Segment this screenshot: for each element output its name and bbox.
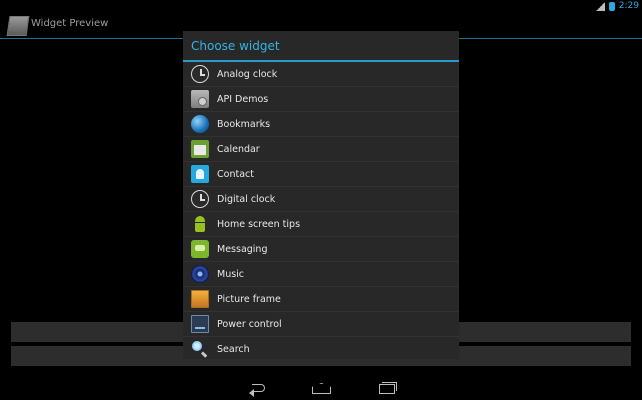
widget-item-home-screen-tips[interactable]: Home screen tips [183, 212, 459, 237]
widget-item-music[interactable]: Music [183, 262, 459, 287]
widget-item-label: Music [217, 268, 245, 280]
digital-clock-icon [191, 190, 209, 208]
widget-item-label: API Demos [217, 93, 269, 105]
widget-item-label: Bookmarks [217, 118, 271, 130]
recent-apps-button[interactable] [376, 382, 397, 396]
choose-widget-dialog: Choose widget Analog clock API Demos Boo… [183, 31, 459, 359]
widget-item-label: Digital clock [217, 193, 276, 205]
widget-item-label: Calendar [217, 143, 260, 155]
widget-item-contact[interactable]: Contact [183, 162, 459, 187]
widget-item-bookmarks[interactable]: Bookmarks [183, 112, 459, 137]
widget-item-picture-frame[interactable]: Picture frame [183, 287, 459, 312]
status-bar: 2:29 [0, 0, 642, 12]
widget-item-label: Messaging [217, 243, 268, 255]
widget-item-search[interactable]: Search [183, 337, 459, 361]
battery-icon [608, 1, 615, 11]
widget-item-power-control[interactable]: Power control [183, 312, 459, 337]
status-icons: 2:29 [595, 0, 639, 12]
widget-list: Analog clock API Demos Bookmarks Calenda… [183, 62, 459, 361]
search-icon [191, 340, 209, 358]
widget-item-label: Power control [217, 318, 282, 330]
widget-item-analog-clock[interactable]: Analog clock [183, 62, 459, 87]
widget-item-messaging[interactable]: Messaging [183, 237, 459, 262]
api-demos-icon [191, 90, 209, 108]
power-control-icon [191, 315, 209, 333]
signal-icon [595, 1, 605, 11]
messaging-icon [191, 240, 209, 258]
calendar-icon [191, 140, 209, 158]
back-button[interactable] [248, 382, 268, 397]
widget-item-label: Search [217, 343, 250, 355]
widget-item-label: Picture frame [217, 293, 281, 305]
picture-frame-icon [191, 290, 209, 308]
widget-item-label: Analog clock [217, 68, 278, 80]
music-icon [191, 265, 209, 283]
analog-clock-icon [191, 65, 209, 83]
bookmarks-globe-icon [191, 115, 209, 133]
widget-item-label: Contact [217, 168, 254, 180]
dialog-title: Choose widget [191, 39, 280, 53]
widget-item-calendar[interactable]: Calendar [183, 137, 459, 162]
widget-item-label: Home screen tips [217, 218, 301, 230]
contact-icon [191, 165, 209, 183]
widget-item-digital-clock[interactable]: Digital clock [183, 187, 459, 212]
home-button[interactable] [311, 382, 331, 396]
app-title: Widget Preview [31, 18, 109, 29]
widget-item-api-demos[interactable]: API Demos [183, 87, 459, 112]
navigation-bar [0, 378, 642, 400]
app-icon[interactable] [6, 16, 30, 36]
dialog-header: Choose widget [183, 31, 459, 62]
android-icon [191, 215, 209, 233]
status-time: 2:29 [618, 1, 639, 11]
